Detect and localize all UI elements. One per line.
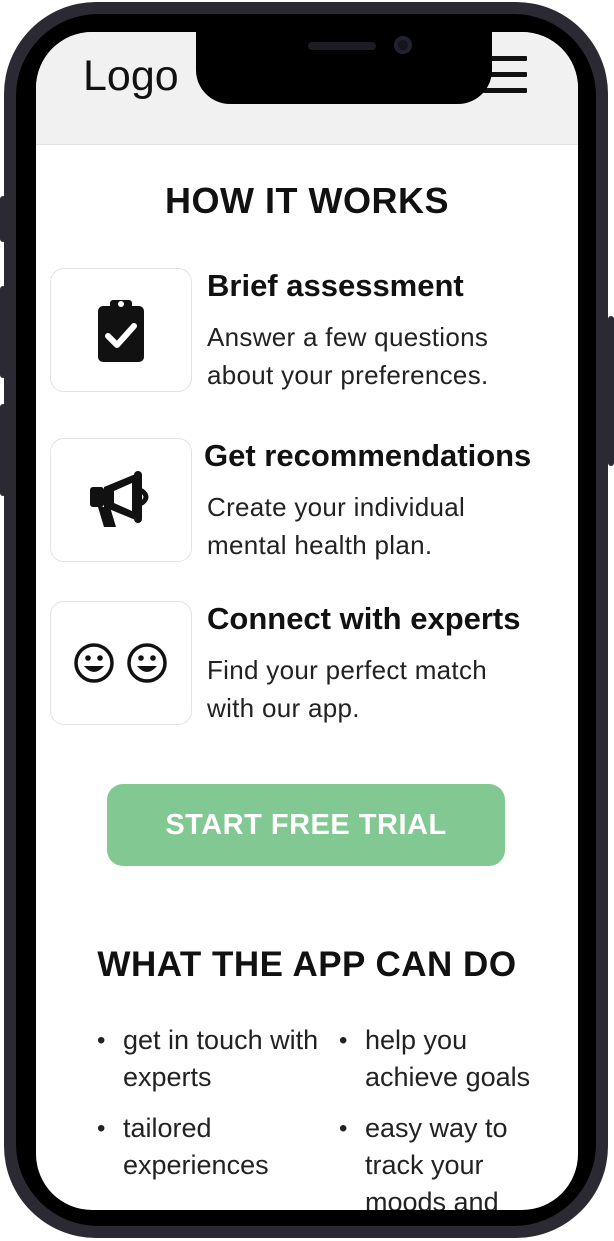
feature-text: tailored experiences [123,1113,269,1180]
step-title: Brief assessment [207,268,464,303]
phone-silent-switch [0,196,6,242]
step-icon-box [50,268,192,392]
front-camera [394,36,412,54]
features-title: WHAT THE APP CAN DO [97,945,517,984]
step-title: Get recommendations [204,438,532,473]
feature-list-item: • help you achieve goals [339,1025,531,1092]
phone-volume-up-button [0,286,6,378]
app-screen: Logo HOW IT WORKS Brief assessment Answe… [36,32,578,1210]
smiley-faces-icon [74,643,167,683]
clipboard-check-icon [98,300,144,362]
feature-text: easy way to track your moods and [365,1113,508,1210]
step-description: Answer a few questions about your prefer… [207,322,489,390]
step-icon-box [50,601,192,725]
how-it-works-title: HOW IT WORKS [165,180,449,221]
phone-power-button [608,316,614,466]
megaphone-icon [90,471,149,527]
phone-volume-down-button [0,404,6,496]
phone-notch [196,32,492,104]
feature-list-item: • tailored experiences [97,1113,269,1180]
earpiece-speaker [308,42,376,50]
step-icon-box [50,438,192,562]
feature-text: help you achieve goals [365,1025,531,1092]
step-description: Find your perfect match with our app. [207,655,488,723]
step-description: Create your individual mental health pla… [207,492,466,560]
feature-text: get in touch with experts [123,1025,319,1092]
step-title: Connect with experts [207,601,521,636]
logo[interactable]: Logo [83,52,179,101]
feature-list-item: • easy way to track your moods and [339,1110,545,1210]
feature-list-item: • get in touch with experts [97,1025,319,1092]
start-free-trial-button[interactable]: START FREE TRIAL [107,784,505,866]
